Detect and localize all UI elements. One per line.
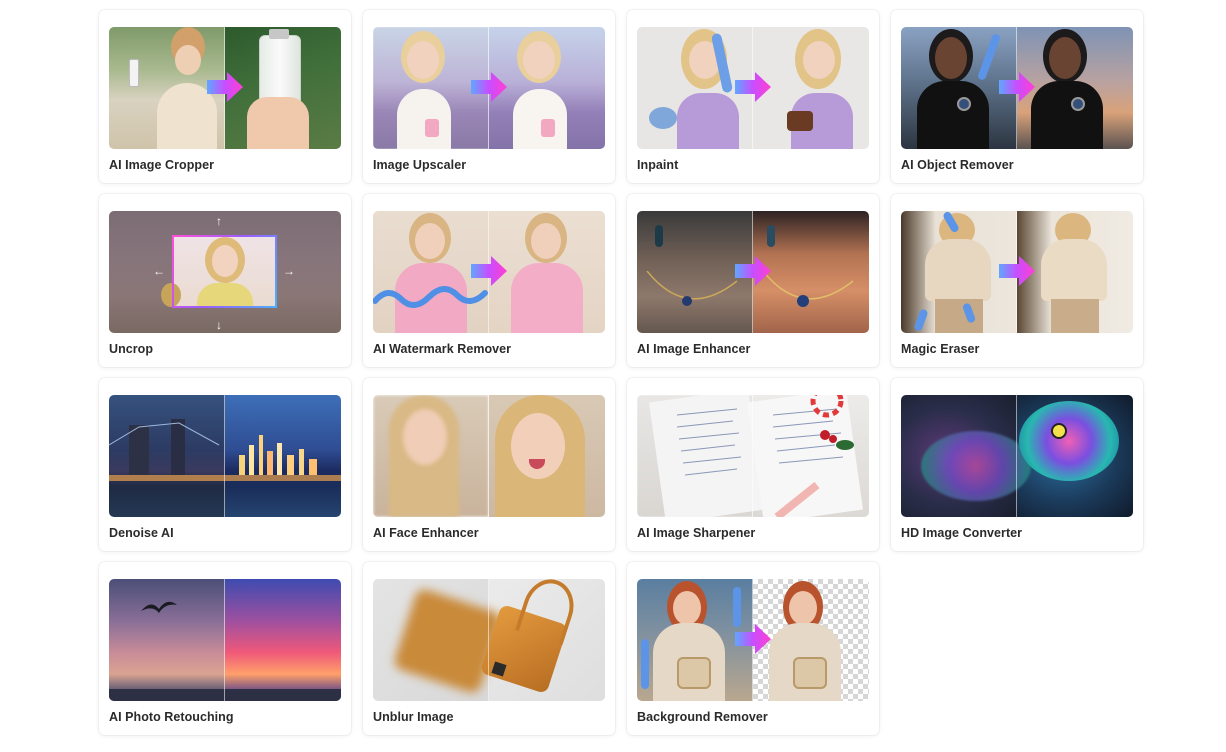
tool-card-background-remover[interactable]: Background Remover — [627, 562, 879, 735]
tool-card-ai-object-remover[interactable]: AI Object Remover — [891, 10, 1143, 183]
arrow-right-icon — [735, 72, 771, 102]
arrow-up-icon: ↑ — [216, 214, 222, 228]
tool-thumbnail — [901, 211, 1133, 333]
tool-thumbnail — [109, 579, 341, 701]
tool-title: Uncrop — [109, 342, 154, 356]
tool-thumbnail — [637, 27, 869, 149]
crop-frame — [172, 235, 277, 308]
tool-title: AI Image Cropper — [109, 158, 214, 172]
tool-title: AI Face Enhancer — [373, 526, 479, 540]
arrow-right-icon — [471, 72, 507, 102]
tool-card-ai-image-cropper[interactable]: AI Image Cropper — [99, 10, 351, 183]
tool-thumbnail — [373, 27, 605, 149]
tool-thumbnail — [109, 395, 341, 517]
tool-card-uncrop[interactable]: ↑ ↓ ← → Uncrop — [99, 194, 351, 367]
tool-card-hd-image-converter[interactable]: HD Image Converter — [891, 378, 1143, 551]
tool-title: AI Object Remover — [901, 158, 1014, 172]
tool-card-ai-face-enhancer[interactable]: AI Face Enhancer — [363, 378, 615, 551]
tool-title: Magic Eraser — [901, 342, 980, 356]
tool-title: Inpaint — [637, 158, 679, 172]
tool-thumbnail: ↑ ↓ ← → — [109, 211, 341, 333]
tool-title: Image Upscaler — [373, 158, 467, 172]
arrow-right-icon — [471, 256, 507, 286]
arrow-right-icon — [999, 72, 1035, 102]
tool-thumbnail — [373, 579, 605, 701]
arrow-left-icon: ← — [153, 264, 165, 278]
tool-title: AI Image Enhancer — [637, 342, 751, 356]
tool-card-magic-eraser[interactable]: Magic Eraser — [891, 194, 1143, 367]
tool-thumbnail — [373, 211, 605, 333]
tool-title: Background Remover — [637, 710, 768, 724]
tool-thumbnail — [901, 395, 1133, 517]
tool-card-inpaint[interactable]: Inpaint — [627, 10, 879, 183]
tool-title: HD Image Converter — [901, 526, 1023, 540]
tool-thumbnail — [901, 27, 1133, 149]
tool-card-ai-photo-retouching[interactable]: AI Photo Retouching — [99, 562, 351, 735]
arrow-right-icon: → — [283, 264, 295, 278]
tool-title: AI Photo Retouching — [109, 710, 234, 724]
tool-thumbnail — [637, 211, 869, 333]
tool-thumbnail — [373, 395, 605, 517]
arrow-right-icon — [735, 624, 771, 654]
tool-card-ai-image-sharpener[interactable]: AI Image Sharpener — [627, 378, 879, 551]
city-skyline — [109, 422, 341, 481]
tool-title: Unblur Image — [373, 710, 454, 724]
arrow-down-icon: ↓ — [216, 318, 222, 332]
tool-title: Denoise AI — [109, 526, 174, 540]
arrow-right-icon — [207, 72, 243, 102]
tool-card-ai-image-enhancer[interactable]: AI Image Enhancer — [627, 194, 879, 367]
notebook-lines — [676, 395, 854, 517]
tool-card-image-upscaler[interactable]: Image Upscaler — [363, 10, 615, 183]
tool-thumbnail — [637, 395, 869, 517]
tool-title: AI Watermark Remover — [373, 342, 512, 356]
tool-card-denoise-ai[interactable]: Denoise AI — [99, 378, 351, 551]
bird-silhouette — [141, 601, 177, 613]
tool-title: AI Image Sharpener — [637, 526, 756, 540]
tool-thumbnail — [109, 27, 341, 149]
tool-card-ai-watermark-remover[interactable]: AI Watermark Remover — [363, 194, 615, 367]
tool-thumbnail — [637, 579, 869, 701]
arrow-right-icon — [999, 256, 1035, 286]
tool-card-unblur-image[interactable]: Unblur Image — [363, 562, 615, 735]
arrow-right-icon — [735, 256, 771, 286]
tools-grid: AI Image Cropper Image Upscaler Inpaint … — [99, 10, 1143, 735]
